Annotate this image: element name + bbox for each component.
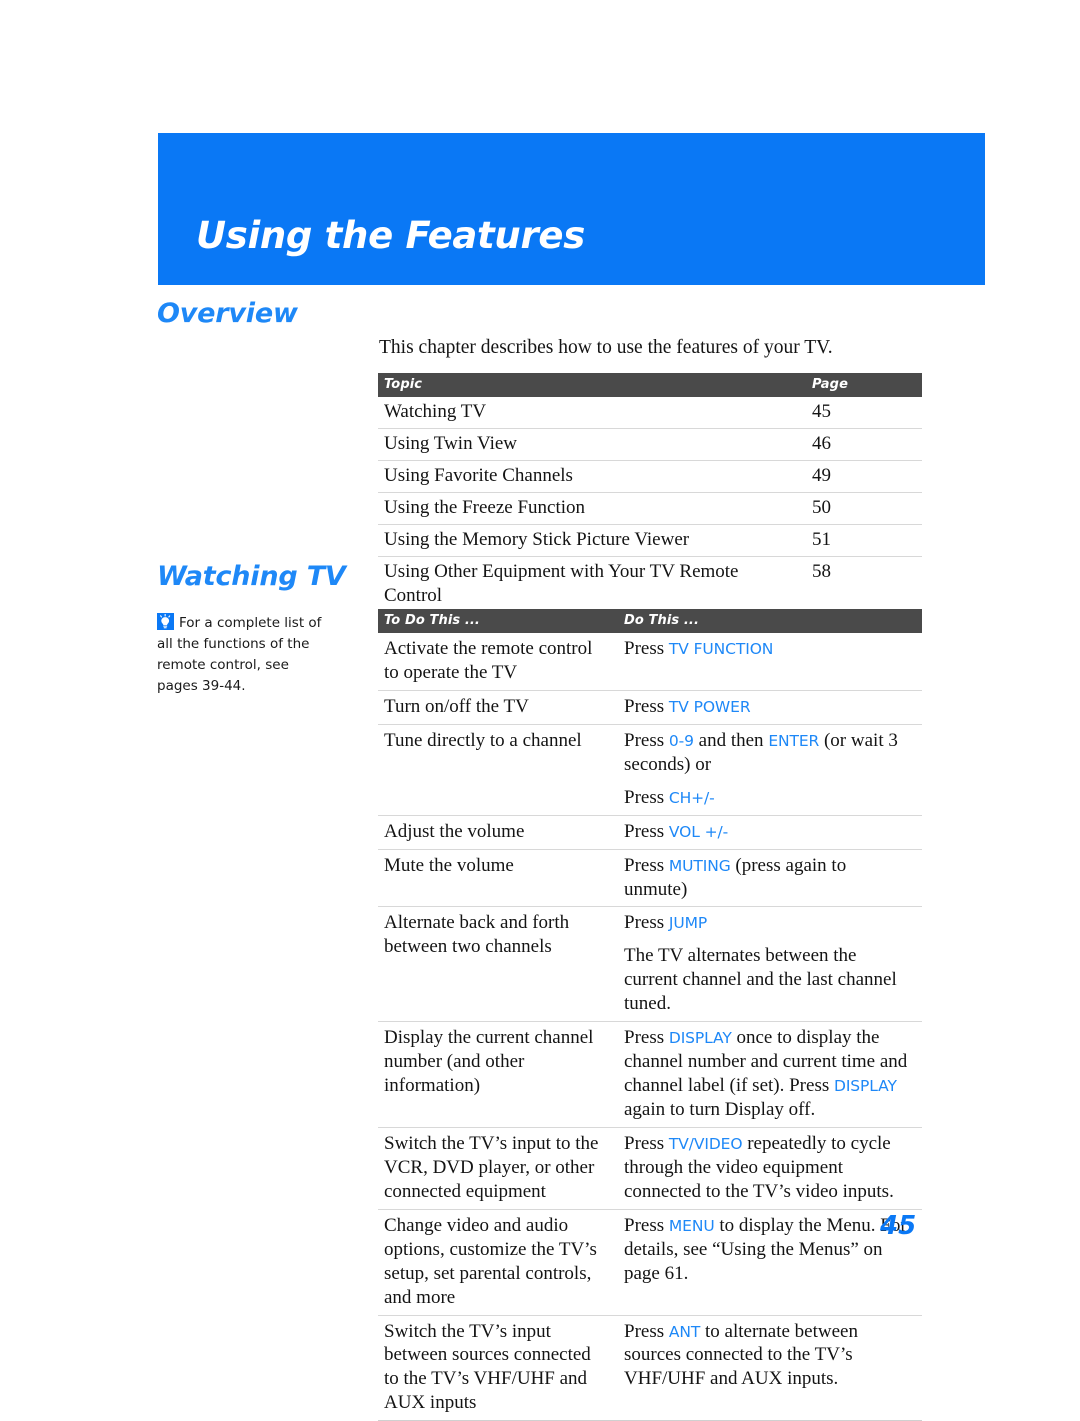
table-row: Switch the TV’s input between sources co… xyxy=(378,1315,922,1421)
instruction-todo-cell: Switch the TV’s input between sources co… xyxy=(378,1315,618,1421)
tip-note: For a complete list of all the functions… xyxy=(157,613,333,697)
instruction-todo-cell: Tune directly to a channel xyxy=(378,724,618,816)
watching-tv-instructions-table: To Do This ... Do This ... Activate the … xyxy=(378,609,922,1421)
table-row: Tune directly to a channel Press 0-9 and … xyxy=(378,724,922,816)
instruction-action-line: Press ANT to alternate between sources c… xyxy=(624,1320,858,1390)
page-number: 45 xyxy=(880,1211,917,1241)
instruction-action-cell: Press MENU to display the Menu. For deta… xyxy=(618,1209,922,1316)
instruction-action-cell: Press TV FUNCTION xyxy=(618,633,922,691)
table-header-row: Topic Page xyxy=(378,373,922,397)
remote-button-keyword: CH+/- xyxy=(668,788,715,807)
chapter-title: Using the Features xyxy=(196,214,585,257)
table-row: Using Twin View 46 xyxy=(378,428,922,461)
watching-tv-heading: Watching TV xyxy=(157,561,346,592)
remote-button-keyword: MUTING xyxy=(668,856,731,875)
instruction-todo-cell: Change video and audio options, customiz… xyxy=(378,1209,618,1316)
instruction-action-cell: Press JUMP The TV alternates between the … xyxy=(618,906,922,1023)
table-row: Using the Memory Stick Picture Viewer 51 xyxy=(378,524,922,557)
instruction-action-line: The TV alternates between the current ch… xyxy=(624,945,897,1015)
table-row: Using Other Equipment with Your TV Remot… xyxy=(378,556,922,613)
instruction-action-line: Press MENU to display the Menu. For deta… xyxy=(624,1214,907,1284)
overview-heading: Overview xyxy=(157,298,298,329)
table-row: Watching TV 45 xyxy=(378,397,922,429)
toc-topic-cell: Using the Memory Stick Picture Viewer xyxy=(378,524,806,557)
instruction-action-line: Press TV FUNCTION xyxy=(624,638,774,659)
toc-page-cell: 50 xyxy=(806,492,922,525)
toc-page-cell: 51 xyxy=(806,524,922,557)
remote-button-keyword: TV/VIDEO xyxy=(668,1134,743,1153)
column-header-do-this: Do This ... xyxy=(618,609,922,633)
remote-button-keyword: TV POWER xyxy=(668,697,751,716)
chapter-banner: Using the Features xyxy=(158,133,985,285)
column-header-page: Page xyxy=(806,373,922,397)
column-header-topic: Topic xyxy=(378,373,806,397)
tip-note-text: For a complete list of all the functions… xyxy=(157,615,322,694)
table-row: Display the current channel number (and … xyxy=(378,1021,922,1128)
lightbulb-icon xyxy=(157,613,174,630)
instruction-action-cell: Press TV/VIDEO repeatedly to cycle throu… xyxy=(618,1127,922,1210)
instruction-action-cell: Press ANT to alternate between sources c… xyxy=(618,1315,922,1421)
table-row: Adjust the volume Press VOL +/- xyxy=(378,815,922,850)
toc-topic-cell: Watching TV xyxy=(378,397,806,429)
remote-button-keyword: 0-9 xyxy=(668,731,694,750)
remote-button-keyword: DISPLAY xyxy=(668,1029,732,1048)
overview-contents-table: Topic Page Watching TV 45 Using Twin View 4… xyxy=(378,373,922,613)
overview-contents-body: Watching TV 45 Using Twin View 46 Using Favo… xyxy=(378,397,922,613)
table-row: Mute the volume Press MUTING (press again… xyxy=(378,849,922,908)
table-row: Alternate back and forth between two cha… xyxy=(378,906,922,1023)
toc-page-cell: 45 xyxy=(806,397,922,429)
remote-button-keyword: MENU xyxy=(668,1216,715,1235)
remote-button-keyword: TV FUNCTION xyxy=(668,640,774,658)
instruction-action-line: Press TV POWER xyxy=(624,695,751,717)
instruction-todo-cell: Alternate back and forth between two cha… xyxy=(378,906,618,1023)
instruction-action-cell: Press DISPLAY once to display the channe… xyxy=(618,1021,922,1128)
remote-button-keyword: ANT xyxy=(668,1322,701,1341)
toc-topic-cell: Using Twin View xyxy=(378,428,806,461)
table-row: Using Favorite Channels 49 xyxy=(378,460,922,493)
instruction-todo-cell: Switch the TV’s input to the VCR, DVD pl… xyxy=(378,1127,618,1210)
table-header-row: To Do This ... Do This ... xyxy=(378,609,922,633)
instruction-action-cell: Press VOL +/- xyxy=(618,815,922,850)
instruction-todo-cell: Activate the remote control to operate t… xyxy=(378,633,618,691)
table-row: Activate the remote control to operate t… xyxy=(378,633,922,691)
instruction-action-line: Press VOL +/- xyxy=(624,820,729,842)
toc-topic-cell: Using the Freeze Function xyxy=(378,492,806,525)
instruction-action-line: Press JUMP xyxy=(624,912,708,934)
table-row: Switch the TV’s input to the VCR, DVD pl… xyxy=(378,1127,922,1210)
instruction-todo-cell: Adjust the volume xyxy=(378,815,618,850)
instruction-action-line: Press CH+/- xyxy=(624,786,715,808)
toc-page-cell: 58 xyxy=(806,556,922,613)
table-row: Change video and audio options, customiz… xyxy=(378,1209,922,1316)
remote-button-keyword: ENTER xyxy=(768,731,820,750)
watching-tv-instructions-body: Activate the remote control to operate t… xyxy=(378,633,922,1421)
instruction-action-cell: Press 0-9 and then ENTER (or wait 3 seco… xyxy=(618,724,922,816)
instruction-action-line: Press MUTING (press again to unmute) xyxy=(624,854,847,900)
remote-button-keyword: DISPLAY xyxy=(833,1077,897,1096)
table-row: Turn on/off the TV Press TV POWER xyxy=(378,690,922,725)
toc-page-cell: 49 xyxy=(806,460,922,493)
instruction-action-line: Press DISPLAY once to display the channe… xyxy=(624,1027,908,1120)
instruction-todo-cell: Display the current channel number (and … xyxy=(378,1021,618,1128)
column-header-to-do-this: To Do This ... xyxy=(378,609,618,633)
instruction-todo-cell: Turn on/off the TV xyxy=(378,690,618,725)
instruction-action-cell: Press TV POWER xyxy=(618,690,922,725)
toc-topic-cell: Using Favorite Channels xyxy=(378,460,806,493)
toc-page-cell: 46 xyxy=(806,428,922,461)
instruction-todo-cell: Mute the volume xyxy=(378,849,618,908)
remote-button-keyword: VOL +/- xyxy=(668,822,729,841)
remote-button-keyword: JUMP xyxy=(668,914,708,933)
instruction-action-cell: Press MUTING (press again to unmute) xyxy=(618,849,922,908)
instruction-action-line: Press TV/VIDEO repeatedly to cycle throu… xyxy=(624,1132,894,1202)
table-row: Using the Freeze Function 50 xyxy=(378,492,922,525)
toc-topic-cell: Using Other Equipment with Your TV Remot… xyxy=(378,556,806,613)
overview-intro-text: This chapter describes how to use the fe… xyxy=(379,337,833,358)
instruction-action-line: Press 0-9 and then ENTER (or wait 3 seco… xyxy=(624,729,898,775)
